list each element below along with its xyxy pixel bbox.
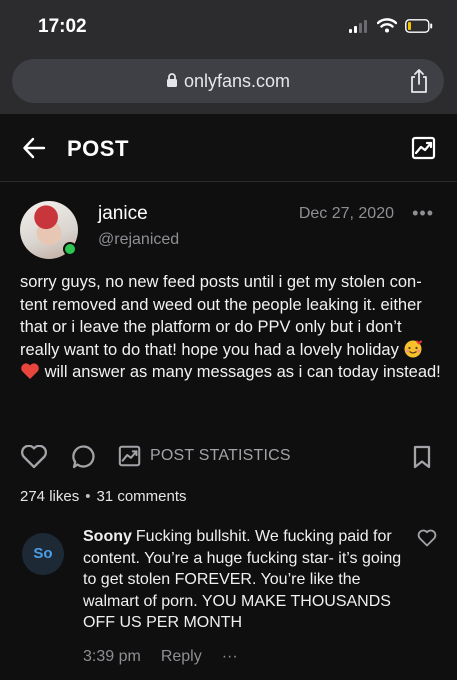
counts-separator: • bbox=[85, 488, 91, 505]
signal-icon bbox=[349, 19, 367, 33]
comment-icon[interactable] bbox=[70, 444, 98, 470]
address-bar[interactable]: onlyfans.com bbox=[12, 59, 444, 103]
post-text-part2: will answer as many messages as i can to… bbox=[40, 363, 441, 382]
author-handle[interactable]: @rejaniced bbox=[98, 231, 179, 249]
statistics-icon bbox=[118, 445, 141, 467]
online-indicator bbox=[63, 242, 77, 256]
author-name[interactable]: janice bbox=[98, 203, 148, 225]
bookmark-icon[interactable] bbox=[412, 445, 432, 469]
comment-author[interactable]: Soony bbox=[83, 528, 132, 545]
heart-icon[interactable] bbox=[20, 445, 48, 469]
status-bar: 17:02 bbox=[0, 0, 457, 56]
image-stats-icon[interactable] bbox=[411, 135, 437, 161]
post-date: Dec 27, 2020 bbox=[298, 205, 394, 222]
status-time: 17:02 bbox=[38, 16, 87, 37]
more-options-icon[interactable]: ••• bbox=[412, 203, 434, 224]
share-icon[interactable] bbox=[408, 68, 430, 94]
post-text-part1: sorry guys, no new feed posts until i ge… bbox=[20, 273, 422, 359]
likes-count[interactable]: 274 likes bbox=[20, 488, 79, 505]
red-heart-icon bbox=[21, 363, 39, 380]
app-header: POST bbox=[0, 114, 457, 182]
status-icons bbox=[349, 18, 433, 33]
comment-body: Soony Fucking bullshit. We fucking paid f… bbox=[83, 526, 403, 634]
url-text: onlyfans.com bbox=[183, 71, 291, 91]
wifi-icon bbox=[377, 18, 397, 33]
url-display: onlyfans.com bbox=[12, 71, 444, 92]
commenter-initials: So bbox=[33, 545, 53, 562]
post-text: sorry guys, no new feed posts until i ge… bbox=[20, 271, 442, 384]
battery-icon bbox=[405, 18, 433, 33]
post-statistics-button[interactable]: POST STATISTICS bbox=[118, 443, 291, 469]
comment-more-icon[interactable]: ··· bbox=[222, 648, 238, 666]
back-arrow-icon[interactable] bbox=[22, 136, 46, 160]
engagement-counts: 274 likes • 31 comments bbox=[20, 488, 187, 505]
smiling-face-with-hearts-icon bbox=[404, 340, 423, 358]
post-card: janice @rejaniced Dec 27, 2020 ••• sorry… bbox=[0, 183, 457, 680]
lock-icon bbox=[166, 73, 177, 87]
post-actions: POST STATISTICS bbox=[20, 443, 437, 471]
comment-time: 3:39 pm bbox=[83, 648, 141, 665]
browser-bar: onlyfans.com bbox=[0, 56, 457, 114]
page-title: POST bbox=[67, 136, 129, 161]
comments-count[interactable]: 31 comments bbox=[96, 488, 186, 505]
commenter-avatar[interactable]: So bbox=[22, 533, 64, 575]
comment-meta: 3:39 pm Reply ··· bbox=[83, 648, 238, 666]
post-statistics-label: POST STATISTICS bbox=[150, 447, 291, 464]
reply-button[interactable]: Reply bbox=[161, 648, 202, 666]
comment-like-icon[interactable] bbox=[417, 529, 437, 547]
